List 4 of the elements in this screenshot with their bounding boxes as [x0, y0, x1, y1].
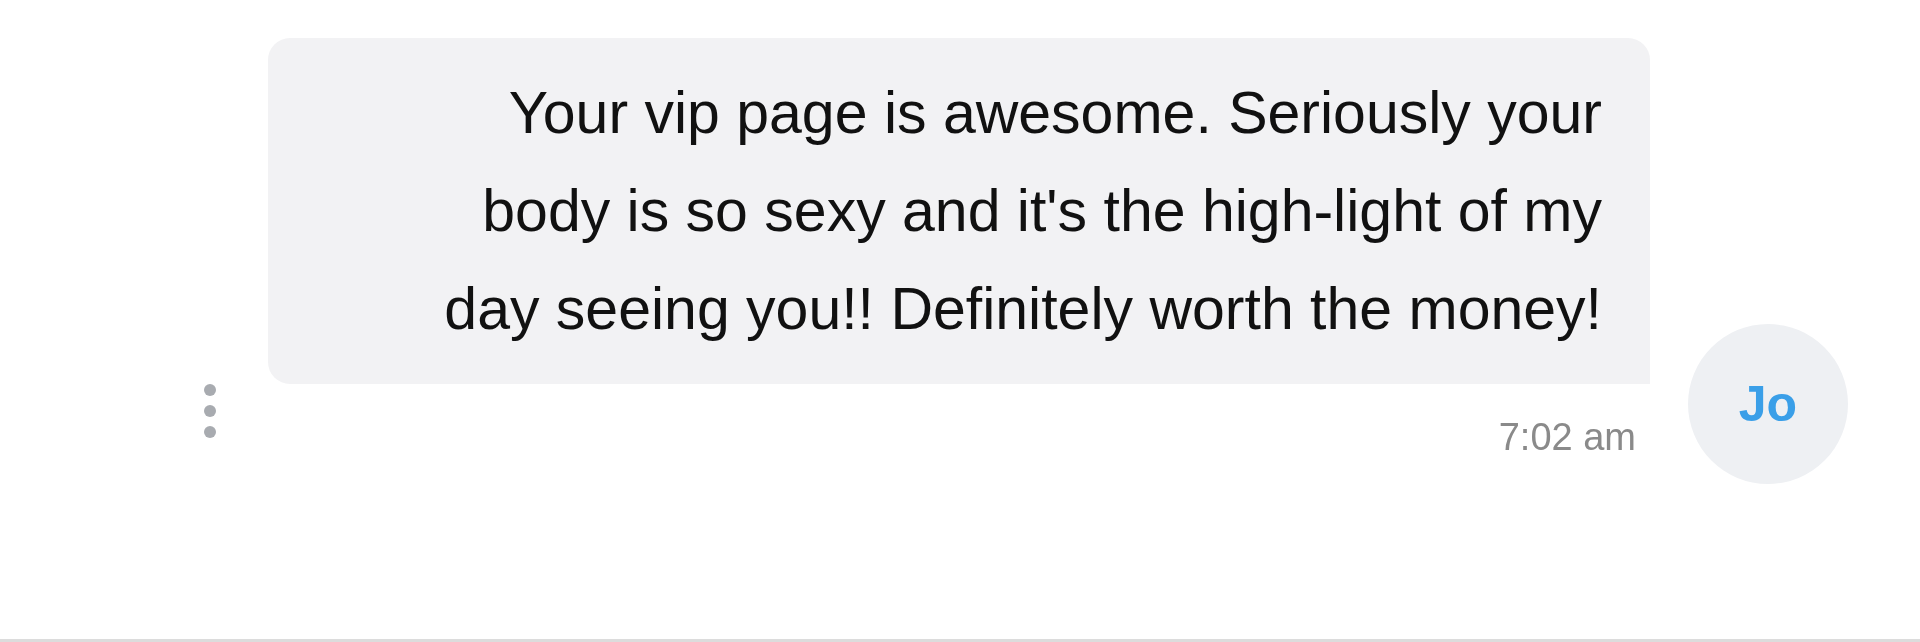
- more-options-icon[interactable]: [204, 384, 216, 438]
- avatar[interactable]: Jo: [1688, 324, 1848, 484]
- message-text: Your vip page is awesome. Seriously your body is so sexy and it's the high-light of my day seeing you!! Definitely worth the money!: [443, 79, 1602, 344]
- message-time: 7:02 am: [1498, 416, 1636, 459]
